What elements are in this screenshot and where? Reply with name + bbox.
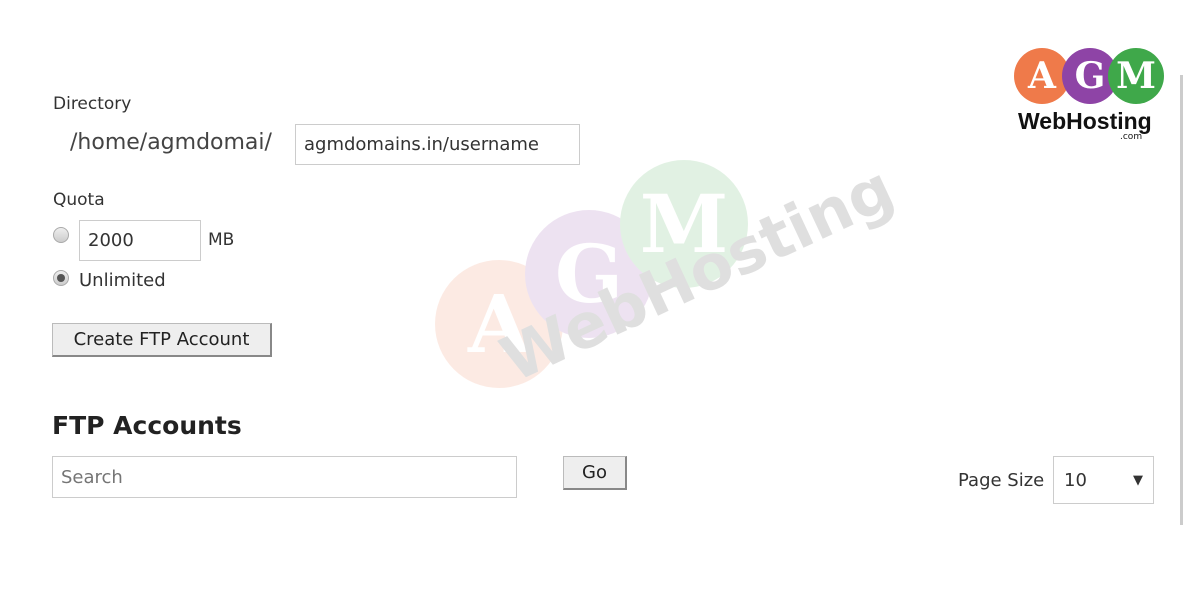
page-size-value: 10 <box>1064 469 1087 491</box>
directory-prefix: /home/agmdomai/ <box>70 130 272 155</box>
logo-suffix: .com <box>1120 132 1143 142</box>
page-size-label: Page Size <box>958 470 1045 491</box>
page-size-select[interactable]: 10 ▼ <box>1053 456 1154 504</box>
go-button[interactable]: Go <box>563 456 627 490</box>
logo-text: WebHosting <box>1018 108 1152 134</box>
quota-label: Quota <box>53 190 105 210</box>
directory-input[interactable]: agmdomains.in/username <box>295 124 580 165</box>
logo: A G M WebHosting .com <box>1014 48 1164 143</box>
watermark: A G M WebHosting <box>430 151 905 460</box>
quota-input[interactable]: 2000 <box>79 220 201 261</box>
logo-m: M <box>1108 48 1164 104</box>
chevron-down-icon: ▼ <box>1133 472 1143 488</box>
quota-unit: MB <box>208 230 235 250</box>
vertical-divider <box>1180 75 1183 525</box>
quota-limited-radio[interactable] <box>53 227 69 243</box>
directory-label: Directory <box>53 94 132 114</box>
unlimited-label[interactable]: Unlimited <box>79 270 166 291</box>
create-ftp-account-button[interactable]: Create FTP Account <box>52 323 272 357</box>
ftp-accounts-heading: FTP Accounts <box>52 411 242 440</box>
search-input[interactable] <box>52 456 517 498</box>
quota-unlimited-radio[interactable] <box>53 270 69 286</box>
